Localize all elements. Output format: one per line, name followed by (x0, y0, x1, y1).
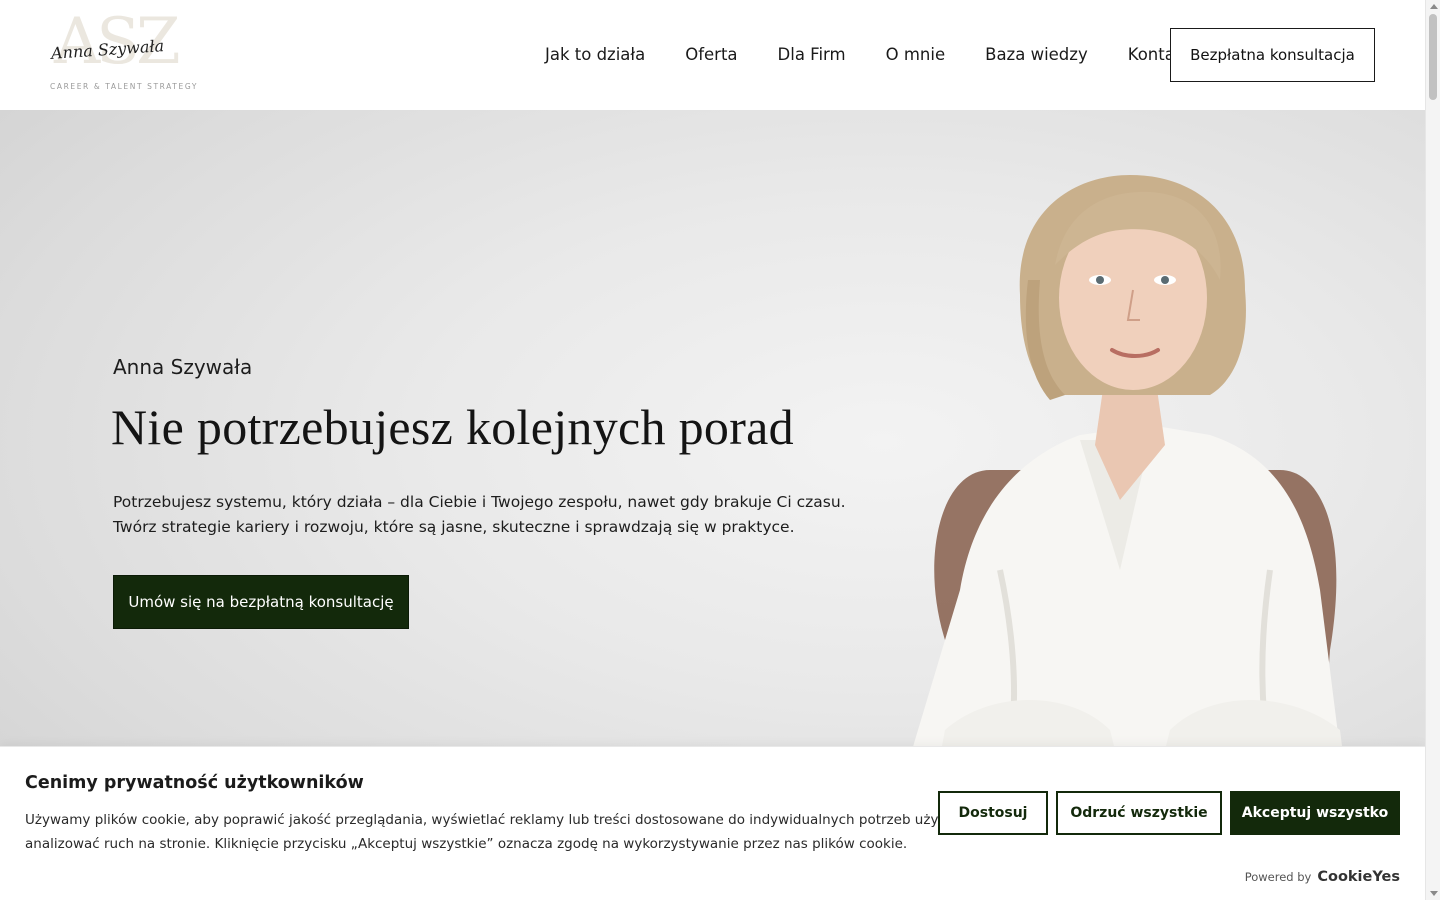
cookie-customize-button[interactable]: Dostosuj (938, 791, 1048, 835)
nav-item-o-mnie[interactable]: O mnie (886, 44, 946, 68)
cookie-banner-text: Używamy plików cookie, aby poprawić jako… (25, 808, 1043, 856)
cookie-banner-text-line-1: Używamy plików cookie, aby poprawić jako… (25, 812, 1043, 828)
site-header: ASZ Anna Szywała CAREER & TALENT STRATEG… (0, 0, 1425, 110)
book-consultation-button[interactable]: Umów się na bezpłatną konsultację (113, 575, 409, 629)
cookie-accept-all-button[interactable]: Akceptuj wszystko (1230, 791, 1400, 835)
scrollbar-up-arrow-icon[interactable] (1430, 4, 1438, 9)
hero-description: Potrzebujesz systemu, który działa – dla… (113, 490, 846, 540)
main-nav: Jak to działa Oferta Dla Firm O mnie Baz… (545, 44, 1191, 68)
hero-author-name: Anna Szywała (113, 355, 253, 379)
cookie-reject-all-button[interactable]: Odrzuć wszystkie (1056, 791, 1222, 835)
hero-title: Nie potrzebujesz kolejnych porad (111, 399, 794, 455)
cookie-banner-title: Cenimy prywatność użytkowników (25, 773, 364, 793)
scrollbar-thumb[interactable] (1429, 14, 1437, 100)
cookie-powered-by[interactable]: Powered by CookieYes (1245, 869, 1400, 885)
nav-item-jak-to-dziala[interactable]: Jak to działa (545, 44, 645, 68)
scrollbar-down-arrow-icon[interactable] (1430, 891, 1438, 896)
logo-tagline: CAREER & TALENT STRATEGY (50, 82, 199, 91)
logo[interactable]: ASZ Anna Szywała CAREER & TALENT STRATEG… (48, 10, 199, 96)
nav-item-oferta[interactable]: Oferta (685, 44, 737, 68)
cookieyes-brand: CookieYes (1317, 869, 1400, 885)
free-consultation-button[interactable]: Bezpłatna konsultacja (1170, 28, 1375, 82)
nav-item-baza-wiedzy[interactable]: Baza wiedzy (985, 44, 1088, 68)
nav-item-dla-firm[interactable]: Dla Firm (778, 44, 846, 68)
cookie-consent-banner: Cenimy prywatność użytkowników Używamy p… (0, 746, 1425, 900)
cookie-banner-text-line-2: analizować ruch na stronie. Kliknięcie p… (25, 836, 908, 852)
hero-description-line-1: Potrzebujesz systemu, który działa – dla… (113, 493, 846, 511)
hero-description-line-2: Twórz strategie kariery i rozwoju, które… (113, 518, 795, 536)
page-scrollbar[interactable] (1425, 0, 1440, 900)
powered-by-label: Powered by (1244, 870, 1312, 884)
